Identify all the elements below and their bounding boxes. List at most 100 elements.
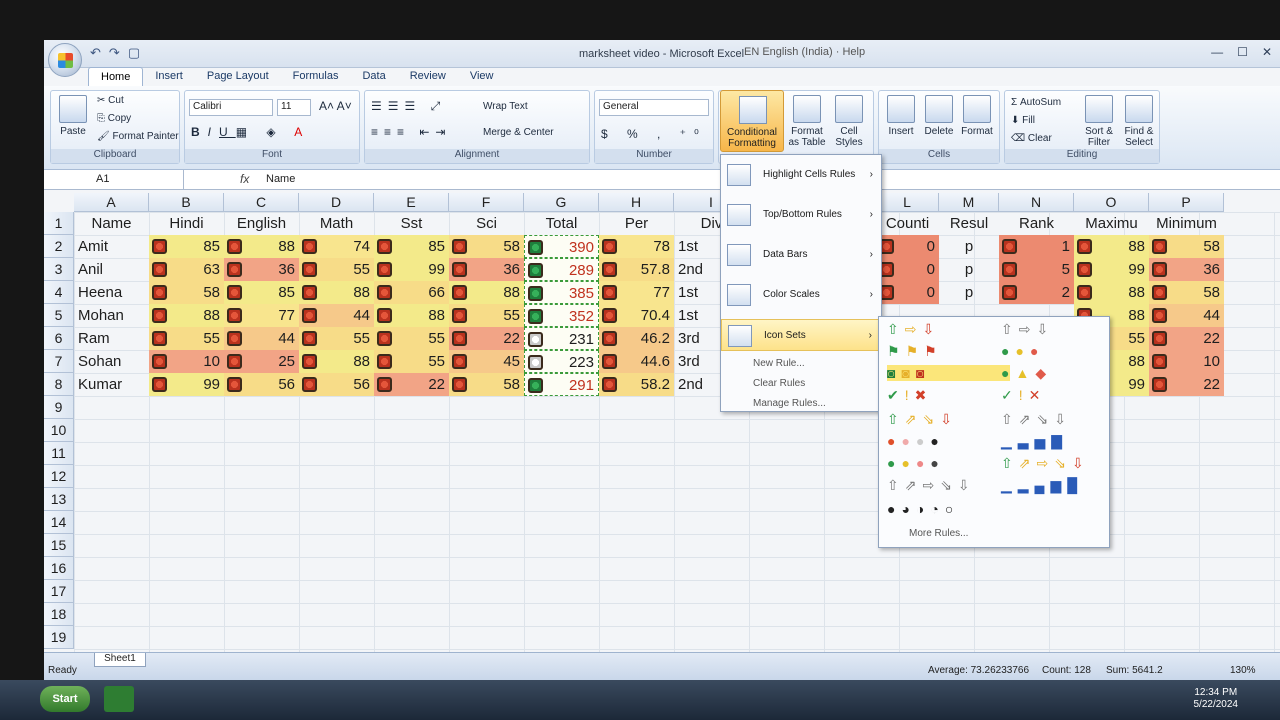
delete-cells-button[interactable]: Delete bbox=[921, 95, 957, 137]
clear-button[interactable]: ⌫ Clear bbox=[1011, 133, 1052, 144]
table-cell[interactable]: 0 bbox=[876, 258, 939, 281]
column-header[interactable]: M bbox=[939, 193, 999, 212]
table-cell[interactable]: 78 bbox=[599, 235, 674, 258]
table-cell[interactable]: 44 bbox=[224, 327, 299, 350]
table-cell[interactable]: 56 bbox=[299, 373, 374, 396]
format-as-table-button[interactable]: Format as Table bbox=[787, 95, 827, 148]
clock[interactable]: 12:34 PM 5/22/2024 bbox=[1194, 687, 1239, 711]
header-cell[interactable]: Per bbox=[599, 212, 674, 235]
table-cell[interactable]: 36 bbox=[224, 258, 299, 281]
header-cell[interactable]: Hindi bbox=[149, 212, 224, 235]
cut-button[interactable]: ✂ Cut bbox=[97, 95, 124, 106]
close-icon[interactable]: ✕ bbox=[1262, 45, 1272, 59]
row-header[interactable]: 2 bbox=[44, 235, 74, 258]
autosum-button[interactable]: Σ AutoSum bbox=[1011, 97, 1061, 108]
table-cell[interactable]: 99 bbox=[374, 258, 449, 281]
header-cell[interactable]: Rank bbox=[999, 212, 1074, 235]
table-cell[interactable]: 66 bbox=[374, 281, 449, 304]
table-cell[interactable]: 58 bbox=[1149, 235, 1224, 258]
table-cell[interactable]: 77 bbox=[599, 281, 674, 304]
column-header[interactable]: E bbox=[374, 193, 449, 212]
table-cell[interactable]: 74 bbox=[299, 235, 374, 258]
format-cells-button[interactable]: Format bbox=[959, 95, 995, 137]
paste-button[interactable]: Paste bbox=[55, 95, 91, 137]
table-cell[interactable]: Ram bbox=[74, 327, 149, 350]
menu-data-bars[interactable]: Data Bars › bbox=[721, 239, 881, 271]
table-cell[interactable]: 10 bbox=[1149, 350, 1224, 373]
sort-filter-button[interactable]: Sort & Filter bbox=[1081, 95, 1117, 148]
header-cell[interactable]: Counti bbox=[876, 212, 939, 235]
table-cell[interactable]: 291 bbox=[524, 373, 599, 396]
five-ratings-icon-set[interactable]: ▁▂▄▆█ bbox=[1001, 477, 1083, 494]
zoom-level[interactable]: 130% bbox=[1230, 665, 1256, 676]
tab-view[interactable]: View bbox=[458, 67, 506, 86]
header-cell[interactable]: English bbox=[224, 212, 299, 235]
table-cell[interactable]: 57.8 bbox=[599, 258, 674, 281]
table-cell[interactable]: 70.4 bbox=[599, 304, 674, 327]
number-format-select[interactable]: General bbox=[599, 99, 709, 116]
header-cell[interactable]: Sst bbox=[374, 212, 449, 235]
row-header[interactable]: 3 bbox=[44, 258, 74, 281]
name-box[interactable]: A1 bbox=[44, 170, 184, 190]
row-header[interactable]: 19 bbox=[44, 626, 74, 649]
start-button[interactable]: Start bbox=[40, 686, 90, 712]
table-cell[interactable]: 22 bbox=[1149, 373, 1224, 396]
table-cell[interactable]: 0 bbox=[876, 281, 939, 304]
tab-page-layout[interactable]: Page Layout bbox=[195, 67, 281, 86]
menu-icon-sets[interactable]: Icon Sets › bbox=[721, 319, 881, 351]
table-cell[interactable]: 63 bbox=[149, 258, 224, 281]
table-cell[interactable]: 44 bbox=[299, 304, 374, 327]
table-cell[interactable]: Mohan bbox=[74, 304, 149, 327]
table-cell[interactable]: Kumar bbox=[74, 373, 149, 396]
table-cell[interactable]: p bbox=[939, 281, 999, 304]
tab-data[interactable]: Data bbox=[350, 67, 397, 86]
five-gray-arrows-icon-set[interactable]: ⇧⇗⇨⇘⇩ bbox=[887, 477, 976, 494]
tab-home[interactable]: Home bbox=[88, 67, 144, 86]
header-cell[interactable]: Resul bbox=[939, 212, 999, 235]
row-header[interactable]: 7 bbox=[44, 350, 74, 373]
symbols-icon-set[interactable]: ✓!✕ bbox=[1001, 387, 1046, 404]
formula-input[interactable]: Name bbox=[266, 173, 295, 185]
table-cell[interactable]: 58 bbox=[1149, 281, 1224, 304]
table-cell[interactable]: 22 bbox=[449, 327, 524, 350]
table-cell[interactable]: 385 bbox=[524, 281, 599, 304]
row-header[interactable]: 12 bbox=[44, 465, 74, 488]
column-header[interactable]: F bbox=[449, 193, 524, 212]
row-header[interactable]: 14 bbox=[44, 511, 74, 534]
four-gray-arrows-icon-set[interactable]: ⇧⇗⇘⇩ bbox=[1001, 411, 1072, 428]
vertical-align-icon[interactable]: ☰☰☰ ⤢ bbox=[371, 99, 446, 114]
table-cell[interactable]: p bbox=[939, 258, 999, 281]
table-cell[interactable]: Heena bbox=[74, 281, 149, 304]
column-header[interactable]: B bbox=[149, 193, 224, 212]
excel-taskbar-icon[interactable] bbox=[104, 686, 134, 712]
table-cell[interactable]: 58 bbox=[449, 373, 524, 396]
column-header[interactable]: N bbox=[999, 193, 1074, 212]
format-buttons[interactable]: BIU▦ ◈ A bbox=[191, 125, 310, 139]
fx-icon[interactable]: fx bbox=[240, 172, 249, 186]
merge-center-button[interactable]: Merge & Center bbox=[483, 127, 554, 138]
menu-new-rule[interactable]: New Rule... bbox=[737, 355, 877, 373]
fill-button[interactable]: ⬇ Fill bbox=[1011, 115, 1035, 126]
table-cell[interactable]: 289 bbox=[524, 258, 599, 281]
table-cell[interactable]: 2 bbox=[999, 281, 1074, 304]
row-header[interactable]: 1 bbox=[44, 212, 74, 235]
sheet-tab[interactable]: Sheet1 bbox=[94, 653, 146, 667]
help-link[interactable]: EN English (India) · Help bbox=[744, 46, 865, 58]
find-select-button[interactable]: Find & Select bbox=[1121, 95, 1157, 148]
table-cell[interactable]: 88 bbox=[299, 350, 374, 373]
traffic-lights-icon-set[interactable]: ●●● bbox=[1001, 343, 1044, 359]
table-cell[interactable]: 352 bbox=[524, 304, 599, 327]
row-header[interactable]: 4 bbox=[44, 281, 74, 304]
table-cell[interactable]: 44.6 bbox=[599, 350, 674, 373]
new-file-icon[interactable]: ▢ bbox=[128, 45, 140, 61]
table-cell[interactable]: 88 bbox=[374, 304, 449, 327]
row-header[interactable]: 10 bbox=[44, 419, 74, 442]
table-cell[interactable]: 46.2 bbox=[599, 327, 674, 350]
table-cell[interactable]: 223 bbox=[524, 350, 599, 373]
menu-clear-rules[interactable]: Clear Rules bbox=[737, 375, 877, 393]
column-header[interactable]: G bbox=[524, 193, 599, 212]
tab-insert[interactable]: Insert bbox=[143, 67, 195, 86]
table-cell[interactable]: p bbox=[939, 235, 999, 258]
table-cell[interactable]: 22 bbox=[374, 373, 449, 396]
more-rules-link[interactable]: More Rules... bbox=[893, 525, 1033, 543]
